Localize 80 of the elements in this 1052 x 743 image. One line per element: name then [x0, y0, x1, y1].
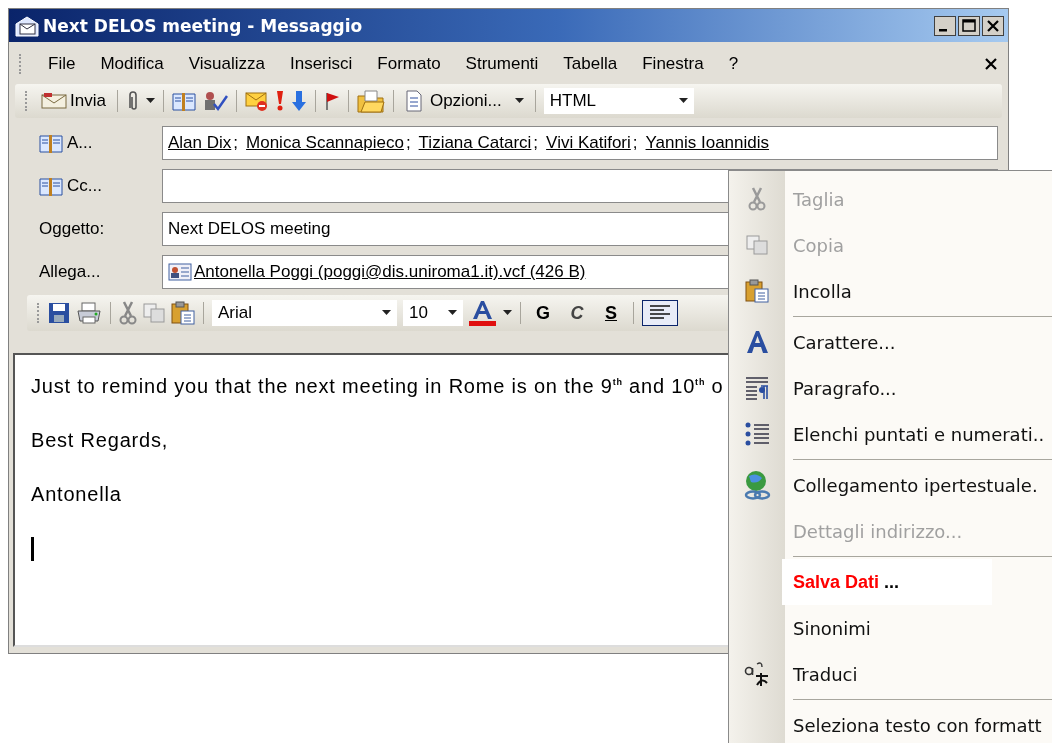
recipient-field[interactable]: Alan Dix; Monica Scannapieco; Tiziana Catarci; Vivi Katifori; Yannis Ioannidis — [162, 126, 998, 160]
scissors-icon — [748, 187, 766, 211]
close-icon[interactable] — [982, 15, 1004, 36]
address-book-icon — [39, 176, 63, 196]
document-icon — [404, 90, 423, 112]
format-select[interactable]: HTML — [543, 88, 694, 114]
printer-icon[interactable] — [76, 302, 102, 324]
menu-item[interactable]: Salva Dati ... — [782, 559, 992, 605]
separator-text: ; — [533, 133, 539, 153]
maximize-icon[interactable] — [958, 15, 980, 36]
menu-item[interactable]: Visualizza — [176, 52, 278, 76]
envelope-icon[interactable] — [244, 90, 269, 112]
menu-item[interactable]: Carattere... — [793, 331, 896, 353]
text-cursor-icon — [31, 536, 34, 561]
style-button[interactable]: G — [529, 300, 557, 326]
translate-icon — [744, 661, 770, 687]
recipient-link[interactable]: Alan Dix — [168, 133, 232, 153]
minimize-icon[interactable] — [934, 15, 956, 36]
menu-item[interactable]: Inserisci — [277, 52, 366, 76]
exclamation-icon[interactable] — [274, 90, 285, 112]
menu-item[interactable]: Strumenti — [453, 52, 552, 76]
options-button[interactable]: Opzioni... — [401, 88, 527, 114]
address-button[interactable]: Cc... — [39, 176, 162, 196]
paste-icon[interactable] — [171, 301, 195, 325]
recipient-link[interactable]: Vivi Katifori — [546, 133, 631, 153]
menu-item[interactable]: Seleziona testo con formatt — [793, 714, 1042, 736]
style-button[interactable]: S — [597, 300, 625, 326]
mail-icon — [15, 14, 39, 37]
caret-icon — [448, 310, 457, 316]
globe-link-icon — [743, 470, 771, 500]
menu-item[interactable]: Sinonimi — [793, 617, 871, 639]
recipient-link[interactable]: Yannis Ioannidis — [645, 133, 770, 153]
paragraph-icon — [745, 376, 769, 400]
align-left-button[interactable] — [642, 300, 678, 326]
caret-icon — [382, 310, 391, 316]
flag-icon[interactable] — [323, 91, 340, 111]
attachment-link[interactable]: Antonella Poggi (poggi@dis.uniroma1.it).vcf (426 B) — [194, 262, 586, 282]
copy-icon — [746, 235, 768, 255]
envelope-icon — [41, 93, 67, 109]
send-button[interactable]: Invia — [38, 89, 109, 113]
paste-icon — [745, 279, 769, 303]
scissors-icon[interactable] — [119, 301, 137, 325]
message-text: Just to remind you that the next meeting in Rome is on the 9$^{th}$ and 10$^{th}$ o — [31, 373, 724, 397]
menu-item[interactable]: ? — [716, 52, 752, 76]
menu-item[interactable]: Finestra — [630, 52, 717, 76]
font-select[interactable]: Arial — [212, 300, 397, 326]
address-button[interactable]: A... — [39, 133, 162, 153]
save-icon[interactable] — [48, 302, 70, 324]
window-title: Next DELOS meeting - Messaggio — [43, 15, 364, 36]
field-label: Allega... — [39, 262, 102, 282]
recipient-link[interactable]: Tiziana Catarci — [418, 133, 532, 153]
down-arrow-icon[interactable] — [290, 90, 307, 112]
contact-card-icon — [168, 263, 192, 281]
caret-icon — [514, 98, 524, 104]
menu-item[interactable]: Tabella — [551, 52, 631, 76]
font-icon — [745, 330, 769, 354]
style-button[interactable]: C — [563, 300, 591, 326]
bullet-list-icon — [745, 421, 769, 447]
message-text: Antonella — [31, 482, 122, 505]
menu-item[interactable]: Paragrafo... — [793, 377, 897, 399]
align-left-icon — [649, 304, 671, 322]
font-color-icon[interactable] — [469, 300, 497, 326]
menu-item[interactable]: Formato — [365, 52, 454, 76]
caret-icon[interactable] — [145, 98, 155, 104]
menu-item[interactable]: File — [36, 52, 89, 76]
address-book-icon[interactable] — [171, 91, 196, 111]
menu-item[interactable]: Traduci — [793, 663, 858, 685]
address-book-icon — [39, 133, 63, 153]
message-text: Best Regards, — [31, 428, 169, 451]
field-label: Oggetto: — [39, 219, 106, 239]
folder-icon[interactable] — [356, 89, 385, 113]
caret-icon[interactable] — [503, 310, 512, 316]
recipient-link[interactable]: Monica Scannapieco — [246, 133, 404, 153]
separator-text: ; — [233, 133, 239, 153]
caret-icon — [678, 98, 688, 104]
size-select[interactable]: 10 — [403, 300, 463, 326]
separator-text: ; — [405, 133, 411, 153]
close-icon[interactable] — [984, 57, 998, 71]
separator-text: ; — [632, 133, 638, 153]
menu-item[interactable]: Modifica — [88, 52, 177, 76]
